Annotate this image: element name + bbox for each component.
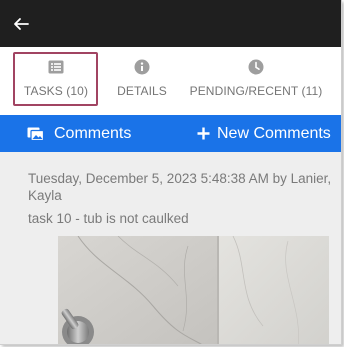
tab-pending-recent[interactable]: PENDING/RECENT (11) bbox=[170, 47, 341, 115]
app-window: TASKS (10) DETAILS PENDING/RECENT (11) C… bbox=[0, 0, 342, 345]
comment-meta: Tuesday, December 5, 2023 5:48:38 AM by … bbox=[28, 171, 332, 203]
info-icon bbox=[134, 59, 150, 75]
comments-toolbar: Comments New Comments bbox=[0, 115, 341, 152]
comment-list: Tuesday, December 5, 2023 5:48:38 AM by … bbox=[0, 152, 341, 344]
comments-label: Comments bbox=[54, 124, 132, 142]
tab-details[interactable]: DETAILS bbox=[110, 47, 174, 115]
new-comments-button[interactable]: New Comments bbox=[197, 115, 331, 152]
comment-photo[interactable] bbox=[58, 236, 329, 344]
tab-details-label: DETAILS bbox=[117, 84, 167, 98]
top-app-bar bbox=[0, 0, 341, 47]
plus-icon bbox=[197, 127, 210, 140]
list-icon bbox=[48, 60, 64, 74]
images-icon bbox=[27, 127, 44, 141]
comments-button[interactable]: Comments bbox=[27, 115, 131, 152]
tab-bar: TASKS (10) DETAILS PENDING/RECENT (11) bbox=[0, 47, 341, 115]
new-comments-label: New Comments bbox=[217, 124, 331, 142]
tab-pending-recent-label: PENDING/RECENT (11) bbox=[189, 84, 323, 98]
tab-tasks[interactable]: TASKS (10) bbox=[14, 47, 98, 115]
tab-tasks-label: TASKS (10) bbox=[23, 84, 89, 98]
photo-image bbox=[58, 236, 329, 344]
comment-text: task 10 - tub is not caulked bbox=[28, 211, 189, 226]
arrow-left-icon bbox=[14, 18, 29, 30]
back-button[interactable] bbox=[9, 12, 33, 36]
clock-icon bbox=[248, 59, 264, 75]
